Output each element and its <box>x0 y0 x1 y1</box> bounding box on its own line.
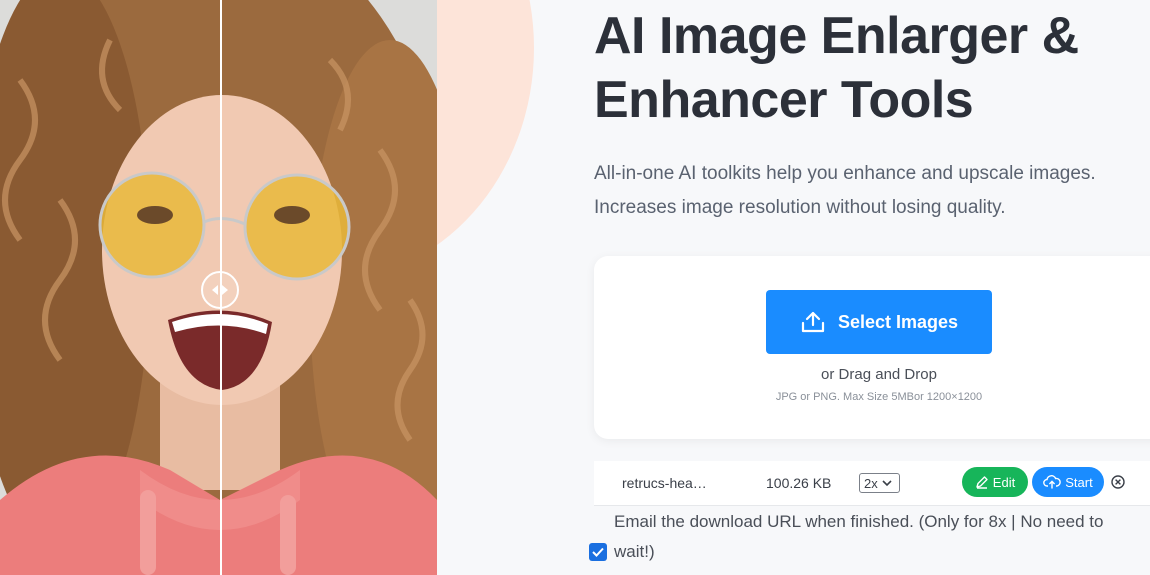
title-line-1: AI Image Enlarger & <box>594 7 1079 65</box>
start-button[interactable]: Start <box>1032 467 1104 497</box>
close-circle-icon[interactable] <box>1111 475 1125 489</box>
cloud-upload-icon <box>1043 475 1062 489</box>
file-name: retrucs-hea… <box>622 475 707 491</box>
scale-select[interactable]: 2x <box>859 473 900 493</box>
title-line-2: Enhancer Tools <box>594 71 974 129</box>
subtitle-line-1: All-in-one AI toolkits help you enhance … <box>594 163 1096 184</box>
upload-card[interactable]: Select Images or Drag and Drop JPG or PN… <box>594 256 1150 439</box>
email-checkbox[interactable] <box>589 543 607 561</box>
upload-icon <box>801 311 825 333</box>
left-arrow-icon <box>212 285 218 295</box>
comparison-slider-handle[interactable] <box>201 271 239 309</box>
subtitle-line-2: Increases image resolution without losin… <box>594 197 1006 218</box>
page-subtitle: All-in-one AI toolkits help you enhance … <box>594 157 1096 225</box>
page-title: AI Image Enlarger & Enhancer Tools <box>594 4 1079 132</box>
chevron-down-icon <box>882 479 892 486</box>
select-images-button[interactable]: Select Images <box>766 290 992 354</box>
file-row: retrucs-hea… 100.26 KB 2x Edit Start <box>594 461 1150 506</box>
email-option-text: Email the download URL when finished. (O… <box>614 512 1104 531</box>
right-arrow-icon <box>222 285 228 295</box>
email-option-text-cont: wait!) <box>614 542 655 561</box>
edit-label: Edit <box>992 474 1016 490</box>
file-limit-text: JPG or PNG. Max Size 5MBor 1200×1200 <box>775 391 983 403</box>
scale-select-value: 2x <box>864 475 878 491</box>
pencil-icon <box>976 476 988 489</box>
select-images-label: Select Images <box>837 311 959 332</box>
edit-button[interactable]: Edit <box>962 467 1028 497</box>
file-size: 100.26 KB <box>766 475 832 491</box>
start-label: Start <box>1065 474 1093 490</box>
drag-drop-text: or Drag and Drop <box>821 366 937 383</box>
checkmark-icon <box>592 547 604 557</box>
